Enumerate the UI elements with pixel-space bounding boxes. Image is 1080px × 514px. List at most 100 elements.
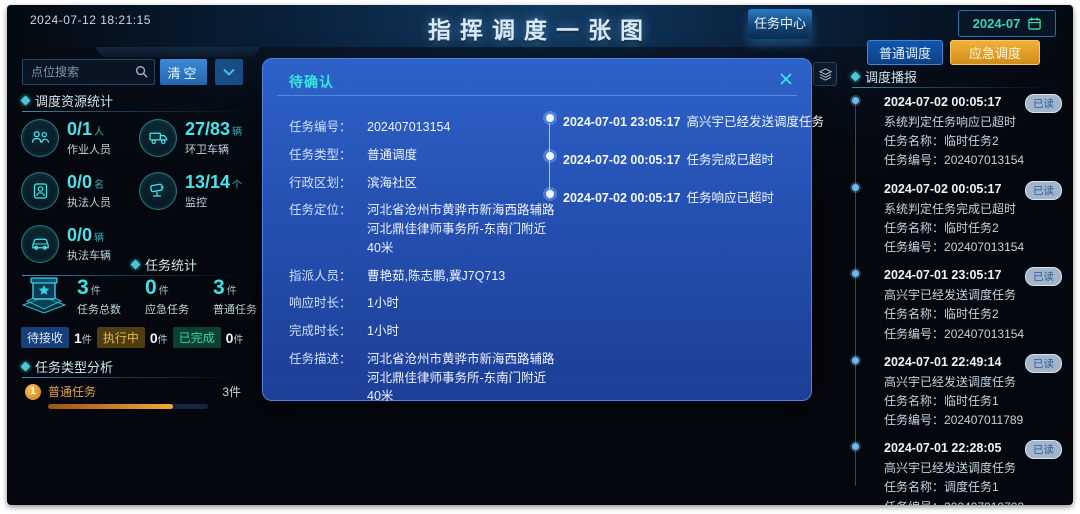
section-task-type-analysis: 任务类型分析	[20, 357, 244, 378]
truck-icon	[139, 118, 177, 157]
stat-value: 0/0	[67, 171, 93, 192]
read-badge: 已读	[1025, 267, 1062, 287]
timeline-entry: 2024-07-02 00:05:17 任务响应已超时	[546, 187, 797, 206]
item-time: 2024-07-01 22:49:14	[884, 354, 1002, 369]
section-dispatch-broadcast: 调度播报	[850, 67, 1060, 88]
pending-confirmation-modal: 待确认 任务编号： 202407013154 任务类型： 普通调度 行政区划： 滨海社…	[262, 58, 824, 403]
stat-sanitation-vehicles: 27/83 辆环卫车辆	[139, 111, 257, 164]
task-status-row: 待接收 1件 执行中 0件 已完成 0件	[21, 327, 243, 348]
item-no: 任务编号：202407010702	[884, 499, 1062, 505]
status-chip-running: 执行中	[96, 327, 145, 348]
item-name: 任务名称：调度任务1	[884, 480, 999, 495]
diamond-icon	[20, 95, 31, 106]
chevron-down-icon	[223, 68, 235, 76]
read-badge: 已读	[1025, 440, 1062, 460]
stat-value: 13/14	[185, 171, 231, 192]
date-picker[interactable]: 2024-07	[958, 10, 1056, 37]
item-no: 任务编号：202407011789	[884, 413, 1024, 428]
item-message: 系统判定任务响应已超时	[884, 115, 1017, 129]
camera-icon	[139, 171, 177, 210]
broadcast-item[interactable]: 2024-07-02 00:05:17 已读 系统判定任务响应已超时 任务名称：…	[852, 93, 1062, 169]
diamond-icon	[850, 71, 861, 82]
calendar-icon	[1028, 17, 1042, 30]
field-description: 任务描述： 河北省沧州市黄骅市新海西路辅路河北鼎佳律师事务所-东南门附近40米	[289, 351, 555, 404]
read-badge: 已读	[1025, 180, 1062, 200]
section-divider	[852, 87, 1060, 88]
stat-unit: 件	[226, 285, 237, 297]
diamond-icon	[20, 361, 31, 372]
modal-timeline: 2024-07-01 23:05:17 高兴宇已经发送调度任务 2024-07-0…	[546, 111, 824, 225]
broadcast-item[interactable]: 2024-07-02 00:05:17 已读 系统判定任务完成已超时 任务名称：…	[852, 180, 1062, 256]
close-icon[interactable]	[777, 70, 795, 88]
emergency-dispatch-button[interactable]: 应急调度	[950, 40, 1040, 65]
analysis-row: 1 普通任务 3件	[25, 383, 241, 409]
item-name: 任务名称：临时任务2	[884, 220, 999, 235]
item-message: 高兴宇已经发送调度任务	[884, 374, 1017, 389]
item-no: 任务编号：202407013154	[884, 239, 1025, 254]
stat-value: 3	[213, 275, 225, 299]
timeline-dot	[852, 97, 859, 104]
item-name: 任务名称：临时任务2	[884, 134, 999, 149]
collapse-button[interactable]	[215, 59, 243, 85]
task-box-icon	[21, 277, 67, 314]
item-message: 高兴宇已经发送调度任务	[884, 461, 1017, 476]
stat-label: 监控	[185, 196, 207, 209]
broadcast-item[interactable]: 2024-07-01 22:49:14 已读 高兴宇已经发送调度任务 任务名称：…	[852, 353, 1062, 429]
officer-icon	[21, 171, 59, 210]
item-time: 2024-07-01 22:28:05	[884, 441, 1002, 456]
item-no: 任务编号：202407013154	[884, 153, 1025, 168]
read-badge: 已读	[1025, 353, 1062, 373]
stat-workers: 0/1 人作业人员	[21, 111, 139, 164]
task-center-tab[interactable]: 任务中心	[748, 9, 812, 39]
normal-dispatch-button[interactable]: 普通调度	[867, 40, 943, 65]
broadcast-item[interactable]: 2024-07-01 22:28:05 已读 高兴宇已经发送调度任务 任务名称：…	[852, 439, 1062, 505]
stat-value: 3	[77, 275, 89, 299]
search-input[interactable]	[22, 59, 155, 85]
stat-unit: 个	[232, 179, 243, 191]
stat-unit: 辆	[94, 232, 105, 244]
resource-grid: 0/1 人作业人员 27/83 辆环卫车辆 0/0 名执法人员 13/14 个监控 0/…	[21, 111, 257, 270]
stat-value: 27/83	[185, 118, 231, 139]
date-value: 2024-07	[972, 16, 1021, 31]
stat-label: 执法人员	[67, 196, 111, 209]
item-name: 任务名称：临时任务2	[884, 307, 999, 322]
timeline-dot	[852, 443, 859, 451]
section-title: 任务类型分析	[35, 360, 114, 375]
field-task-no: 任务编号： 202407013154	[289, 120, 451, 134]
stat-unit: 辆	[232, 126, 243, 138]
timeline-dot	[852, 270, 859, 278]
workers-icon	[21, 118, 59, 157]
item-time: 2024-07-02 00:05:17	[884, 95, 1002, 109]
field-district: 行政区划： 滨海社区	[289, 175, 418, 190]
clear-button[interactable]: 清空	[160, 59, 207, 85]
timeline-entry: 2024-07-02 00:05:17 任务完成已超时	[546, 149, 797, 168]
map-layers-button[interactable]	[813, 62, 837, 86]
item-name: 任务名称：临时任务1	[884, 393, 999, 408]
field-task-type: 任务类型： 普通调度	[289, 147, 418, 162]
field-response-duration: 响应时长： 1小时	[289, 296, 399, 311]
timeline-dot	[546, 152, 554, 160]
item-time: 2024-07-02 00:05:17	[884, 181, 1002, 196]
stat-unit: 人	[94, 126, 105, 138]
analysis-bar-track	[48, 404, 208, 409]
stat-unit: 件	[158, 285, 169, 297]
section-title: 调度播报	[865, 70, 918, 85]
status-chip-done: 已完成	[172, 327, 221, 348]
section-title: 调度资源统计	[35, 94, 114, 109]
item-message: 高兴宇已经发送调度任务	[884, 288, 1017, 303]
stat-cameras: 13/14 个监控	[139, 164, 257, 217]
dispatch-broadcast-list: 2024-07-02 00:05:17 已读 系统判定任务响应已超时 任务名称：…	[852, 93, 1062, 505]
timeline-entry: 2024-07-01 23:05:17 高兴宇已经发送调度任务	[546, 111, 824, 130]
timeline-dot	[852, 183, 859, 191]
field-assignees: 指派人员： 曹艳茹,陈志鹏,冀J7Q713	[289, 268, 506, 283]
item-no: 任务编号：202407013154	[884, 326, 1025, 341]
section-task-stats: 任务统计	[22, 255, 244, 276]
header-tab-decoration	[95, 47, 260, 58]
stat-task-total: 3件 任务总数	[77, 276, 135, 317]
broadcast-item[interactable]: 2024-07-01 23:05:17 已读 高兴宇已经发送调度任务 任务名称：…	[852, 266, 1062, 342]
stat-value: 0	[145, 275, 157, 299]
status-count: 0件	[225, 329, 244, 346]
item-message: 系统判定任务完成已超时	[884, 201, 1017, 216]
stat-label: 环卫车辆	[185, 143, 229, 156]
analysis-label: 普通任务	[48, 385, 97, 399]
